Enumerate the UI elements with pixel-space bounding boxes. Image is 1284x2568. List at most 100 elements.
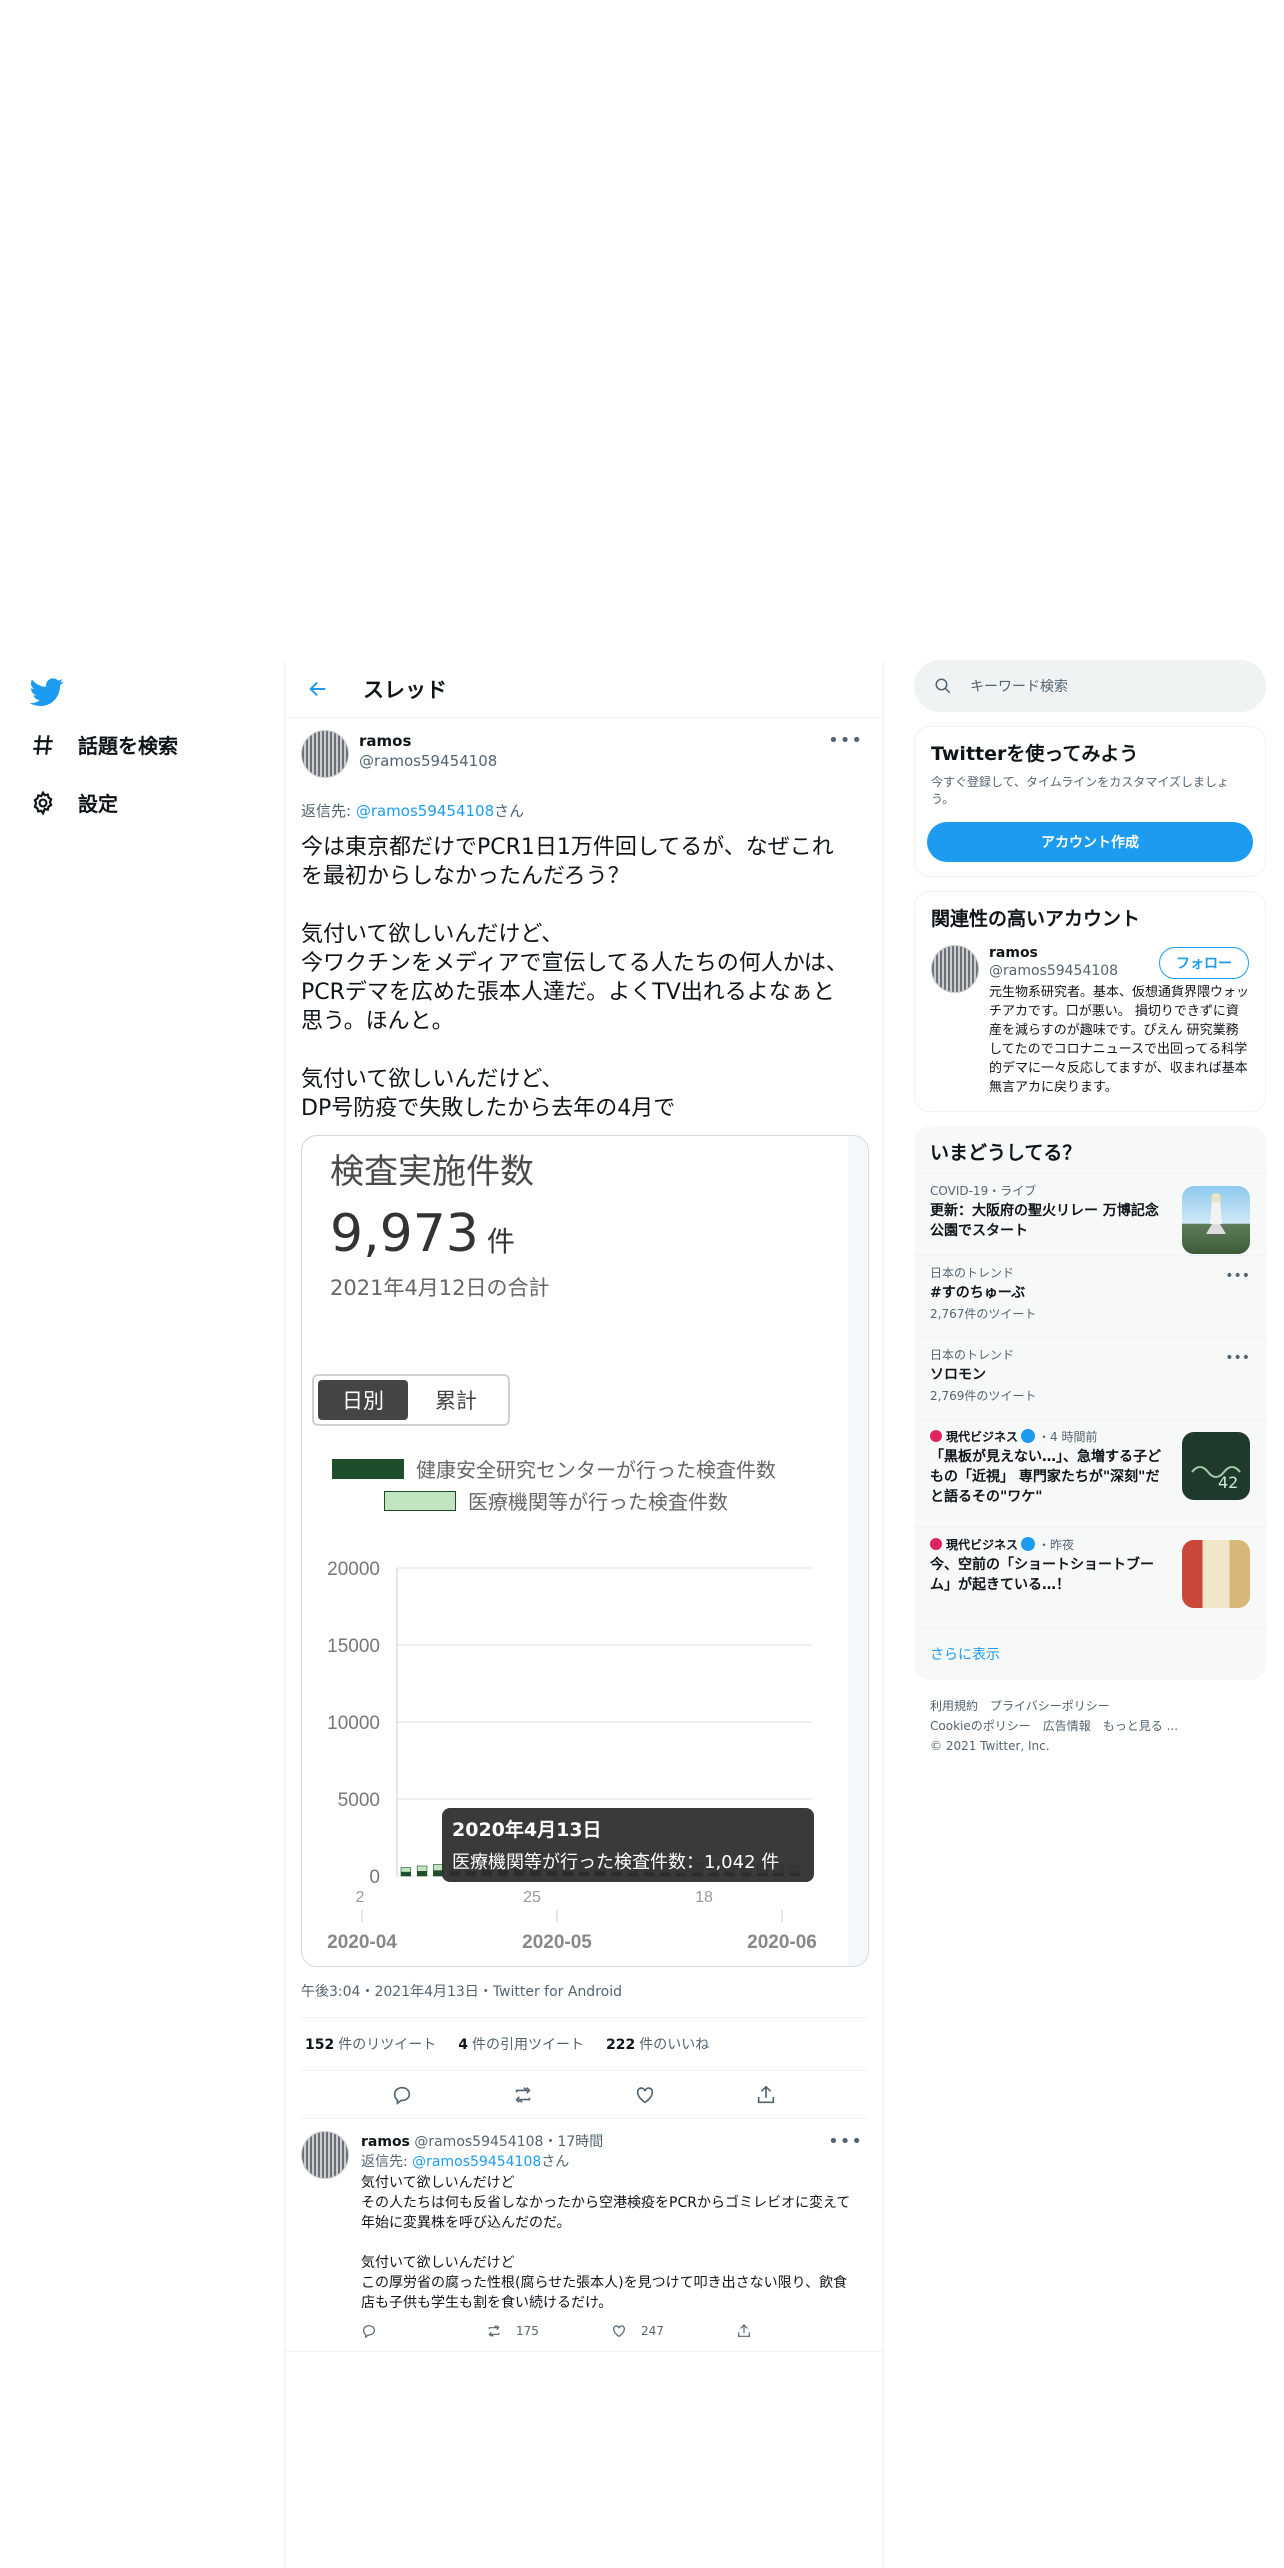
related-avatar[interactable]	[931, 945, 979, 993]
footer-copyright: © 2021 Twitter, Inc.	[930, 1739, 1050, 1753]
total-date: 2021年4月12日の合計	[330, 1276, 550, 1300]
trend-thumbnail	[1182, 1540, 1250, 1608]
quote-count[interactable]: 4 件の引用ツイート	[458, 2034, 584, 2054]
reply-author-handle[interactable]: @ramos59454108	[414, 2134, 543, 2150]
trend-item[interactable]: 現代ビジネス ・昨夜 今、空前の「ショートショートブーム」が起きている…！	[914, 1527, 1266, 1627]
total-count: 9,973 件	[330, 1204, 515, 1264]
share-icon	[738, 2324, 750, 2337]
retweet-count-value: 152	[305, 2037, 335, 2053]
heart-icon[interactable]	[634, 2084, 656, 2106]
twitter-logo-icon[interactable]	[29, 675, 64, 709]
page-title: スレッド	[363, 677, 447, 702]
search-bar[interactable]: キーワード検索	[914, 660, 1266, 712]
reply-avatar[interactable]	[301, 2131, 349, 2179]
reply-icon	[363, 2325, 375, 2339]
author-handle[interactable]: @ramos59454108	[359, 752, 497, 770]
thread-column: スレッド ramos @ramos59454108 ••• 返信先: @ramo…	[284, 660, 884, 2568]
quote-count-value: 4	[458, 2037, 468, 2053]
tooltip-text: 医療機関等が行った検査件数：1,042 件	[452, 1852, 779, 1873]
retweet-icon[interactable]	[512, 2084, 534, 2106]
footer: 利用規約 プライバシーポリシー Cookieのポリシー 広告情報 もっと見る ... …	[914, 1680, 1266, 1772]
reply-author-name[interactable]: ramos	[361, 2134, 410, 2150]
reply-time[interactable]: ・17時間	[543, 2134, 603, 2150]
retweet-count[interactable]: 152 件のリツイート	[305, 2034, 436, 2054]
x-day-tick-label: 25	[523, 1889, 541, 1906]
reply-share-action[interactable]	[736, 2323, 861, 2339]
retweet-count-label: 件のリツイート	[338, 2037, 437, 2053]
trend-time: ・昨夜	[1038, 1538, 1075, 1552]
reply-icon[interactable]	[391, 2084, 413, 2106]
back-arrow-icon[interactable]	[303, 674, 333, 704]
chart-bar	[400, 1871, 412, 1877]
related-account[interactable]: ramos @ramos59454108 元生物系研究者。基本、仮想通貨界隈ウォ…	[915, 939, 1265, 1111]
reply-to-handle[interactable]: @ramos59454108	[412, 2154, 541, 2170]
footer-privacy-link[interactable]: プライバシーポリシー	[990, 1699, 1110, 1713]
footer-cookie-link[interactable]: Cookieのポリシー	[930, 1719, 1031, 1733]
trend-item[interactable]: 日本のトレンド ソロモン 2,769件のツイート •••	[914, 1337, 1266, 1419]
tooltip-title: 2020年4月13日	[452, 1818, 602, 1841]
like-count-label: 件のいいね	[639, 2037, 710, 2053]
verified-badge-icon	[1021, 1537, 1036, 1551]
total-count-unit: 件	[486, 1225, 515, 1258]
reply-more-options-icon[interactable]: •••	[828, 2131, 863, 2152]
trend-source-name: 現代ビジネス	[946, 1430, 1019, 1444]
retweet-icon	[488, 2325, 500, 2337]
right-sidebar: キーワード検索 Twitterを使ってみよう 今すぐ登録して、タイムラインをカス…	[914, 660, 1266, 1772]
nav-settings[interactable]: 設定	[30, 788, 118, 817]
trend-item[interactable]: 日本のトレンド #すのちゅーぶ 2,767件のツイート •••	[914, 1255, 1266, 1337]
related-bio: 元生物系研究者。基本、仮想通貨界隈ウォッチアカです。口が悪い。 損切りできずに資…	[989, 985, 1250, 1095]
trend-count: 2,769件のツイート	[930, 1389, 1037, 1403]
reply-handle-link[interactable]: @ramos59454108	[356, 802, 494, 820]
trend-more-icon[interactable]: •••	[1225, 1350, 1250, 1366]
tweet-stats: 152 件のリツイート 4 件の引用ツイート 222 件のいいね	[301, 2017, 867, 2071]
tweet-media[interactable]: 検査実施件数 9,973 件 2021年4月12日の合計 日別 累計 健康安全研究…	[301, 1135, 869, 1967]
trend-item[interactable]: 現代ビジネス ・4 時間前 「黒板が見えない…」、急増する子どもの「近視」 専門家…	[914, 1419, 1266, 1527]
nav-explore[interactable]: 話題を検索	[30, 730, 178, 759]
reply-tweet[interactable]: ramos @ramos59454108・17時間 返信先: @ramos594…	[285, 2119, 883, 2352]
like-count[interactable]: 222 件のいいね	[606, 2034, 709, 2054]
trend-source-name: 現代ビジネス	[946, 1538, 1019, 1552]
reply-to: 返信先: @ramos59454108さん	[301, 800, 867, 821]
trend-more-icon[interactable]: •••	[1225, 1268, 1250, 1284]
chart-bar	[416, 1865, 428, 1872]
search-icon	[935, 678, 951, 694]
footer-ads-link[interactable]: 広告情報	[1043, 1719, 1091, 1733]
trends-card: いまどうしてる？ COVID-19・ライブ 更新：大阪府の聖火リレー 万博記念公…	[914, 1126, 1266, 1680]
legend-label-1: 健康安全研究センターが行った検査件数	[416, 1458, 776, 1482]
y-tick-label: 5000	[338, 1790, 380, 1811]
follow-button[interactable]: フォロー	[1159, 947, 1249, 979]
like-count-value: 222	[605, 2037, 636, 2053]
author-name[interactable]: ramos	[359, 732, 497, 750]
show-more-link[interactable]: さらに表示	[914, 1627, 1266, 1680]
hashtag-icon	[33, 734, 53, 755]
signup-card: Twitterを使ってみよう 今すぐ登録して、タイムラインをカスタマイズしましょ…	[914, 726, 1266, 877]
reply-retweet-action[interactable]: 175	[486, 2323, 611, 2339]
reply-suffix: さん	[494, 802, 525, 820]
trend-thumbnail: 42	[1182, 1432, 1250, 1500]
legend-swatch-2	[384, 1490, 456, 1511]
media-title: 検査実施件数	[330, 1152, 534, 1192]
x-month-tick-label: 2020-04	[327, 1932, 397, 1953]
media-scroll-strip	[848, 1136, 868, 1966]
quote-count-label: 件の引用ツイート	[471, 2037, 584, 2053]
more-options-icon[interactable]: •••	[828, 730, 863, 751]
y-tick-label: 10000	[327, 1713, 380, 1734]
share-icon[interactable]	[755, 2084, 777, 2106]
chart-bar	[400, 1867, 412, 1873]
reply-like-action[interactable]: 247	[611, 2323, 736, 2339]
footer-terms-link[interactable]: 利用規約	[930, 1699, 978, 1713]
legend-swatch-1	[332, 1458, 404, 1479]
create-account-button[interactable]: アカウント作成	[927, 822, 1253, 862]
main-tweet: ramos @ramos59454108 ••• 返信先: @ramos5945…	[285, 718, 883, 2119]
trend-count: 2,767件のツイート	[930, 1307, 1037, 1321]
chart-bar	[416, 1871, 428, 1877]
legend-item-2: 医療機関等が行った検査件数	[384, 1486, 728, 1515]
brand-logo-icon	[930, 1430, 942, 1442]
nav-settings-label: 設定	[78, 792, 118, 816]
reply-reply-action[interactable]	[361, 2323, 486, 2339]
avatar[interactable]	[301, 730, 349, 778]
trend-item[interactable]: COVID-19・ライブ 更新：大阪府の聖火リレー 万博記念公園でスタート	[914, 1173, 1266, 1255]
tweet-actions	[301, 2071, 867, 2119]
x-day-tick-label: 2	[356, 1889, 365, 1906]
footer-more-link[interactable]: もっと見る ...	[1103, 1719, 1178, 1733]
